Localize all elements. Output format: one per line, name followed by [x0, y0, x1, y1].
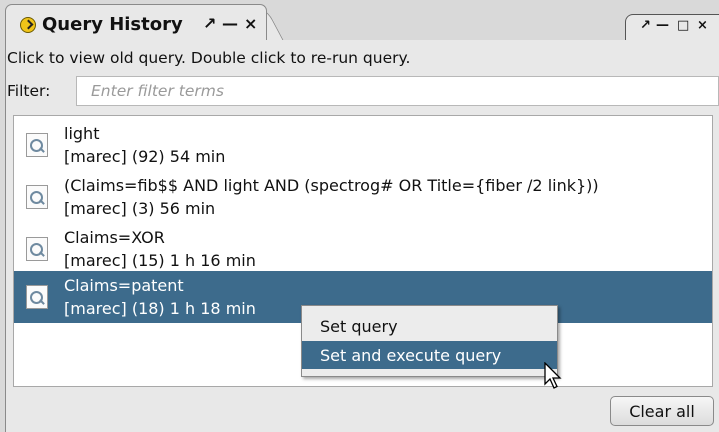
mouse-cursor-icon [544, 362, 562, 389]
history-query: (Claims=fib$$ AND light AND (spectrog# O… [64, 176, 599, 195]
history-query: Claims=XOR [64, 228, 165, 247]
history-meta: [marec] (18) 1 h 18 min [64, 299, 256, 318]
maximize-icon[interactable]: □ [677, 18, 689, 33]
query-icon [26, 133, 48, 157]
tab-strip: Query History ↗ — × ↗ — □ × [0, 0, 719, 42]
filter-label: Filter: [7, 82, 51, 100]
instructions-text: Click to view old query. Double click to… [7, 49, 411, 67]
minimized-tab[interactable]: ↗ — □ × [625, 14, 719, 40]
history-query: Claims=patent [64, 276, 184, 295]
tab-title: Query History [42, 14, 183, 35]
history-item[interactable]: Claims=XOR [marec] (15) 1 h 16 min [14, 223, 712, 275]
minimize-icon[interactable]: — [222, 14, 238, 33]
close-icon[interactable]: × [244, 14, 257, 33]
history-item[interactable]: (Claims=fib$$ AND light AND (spectrog# O… [14, 171, 712, 223]
menu-item-set-query[interactable]: Set query [302, 312, 557, 340]
history-item[interactable]: light [marec] (92) 54 min [14, 119, 712, 171]
history-meta: [marec] (3) 56 min [64, 199, 216, 218]
tab-query-history[interactable]: Query History ↗ — × [5, 4, 267, 42]
history-meta: [marec] (92) 54 min [64, 147, 226, 166]
detach-icon[interactable]: ↗ [640, 18, 651, 33]
query-icon [26, 285, 48, 309]
history-query: light [64, 124, 100, 143]
close-icon[interactable]: × [697, 18, 708, 33]
filter-input[interactable] [76, 76, 719, 106]
context-menu: Set query Set and execute query [301, 305, 558, 377]
menu-item-label: Set query [320, 317, 398, 336]
minimize-icon[interactable]: — [656, 18, 669, 33]
query-history-icon [20, 17, 36, 33]
query-icon [26, 185, 48, 209]
menu-item-label: Set and execute query [320, 346, 502, 365]
detach-icon[interactable]: ↗ [203, 14, 216, 33]
query-icon [26, 237, 48, 261]
history-meta: [marec] (15) 1 h 16 min [64, 251, 256, 270]
clear-all-button[interactable]: Clear all [610, 396, 714, 426]
menu-item-set-and-execute[interactable]: Set and execute query [302, 341, 557, 369]
